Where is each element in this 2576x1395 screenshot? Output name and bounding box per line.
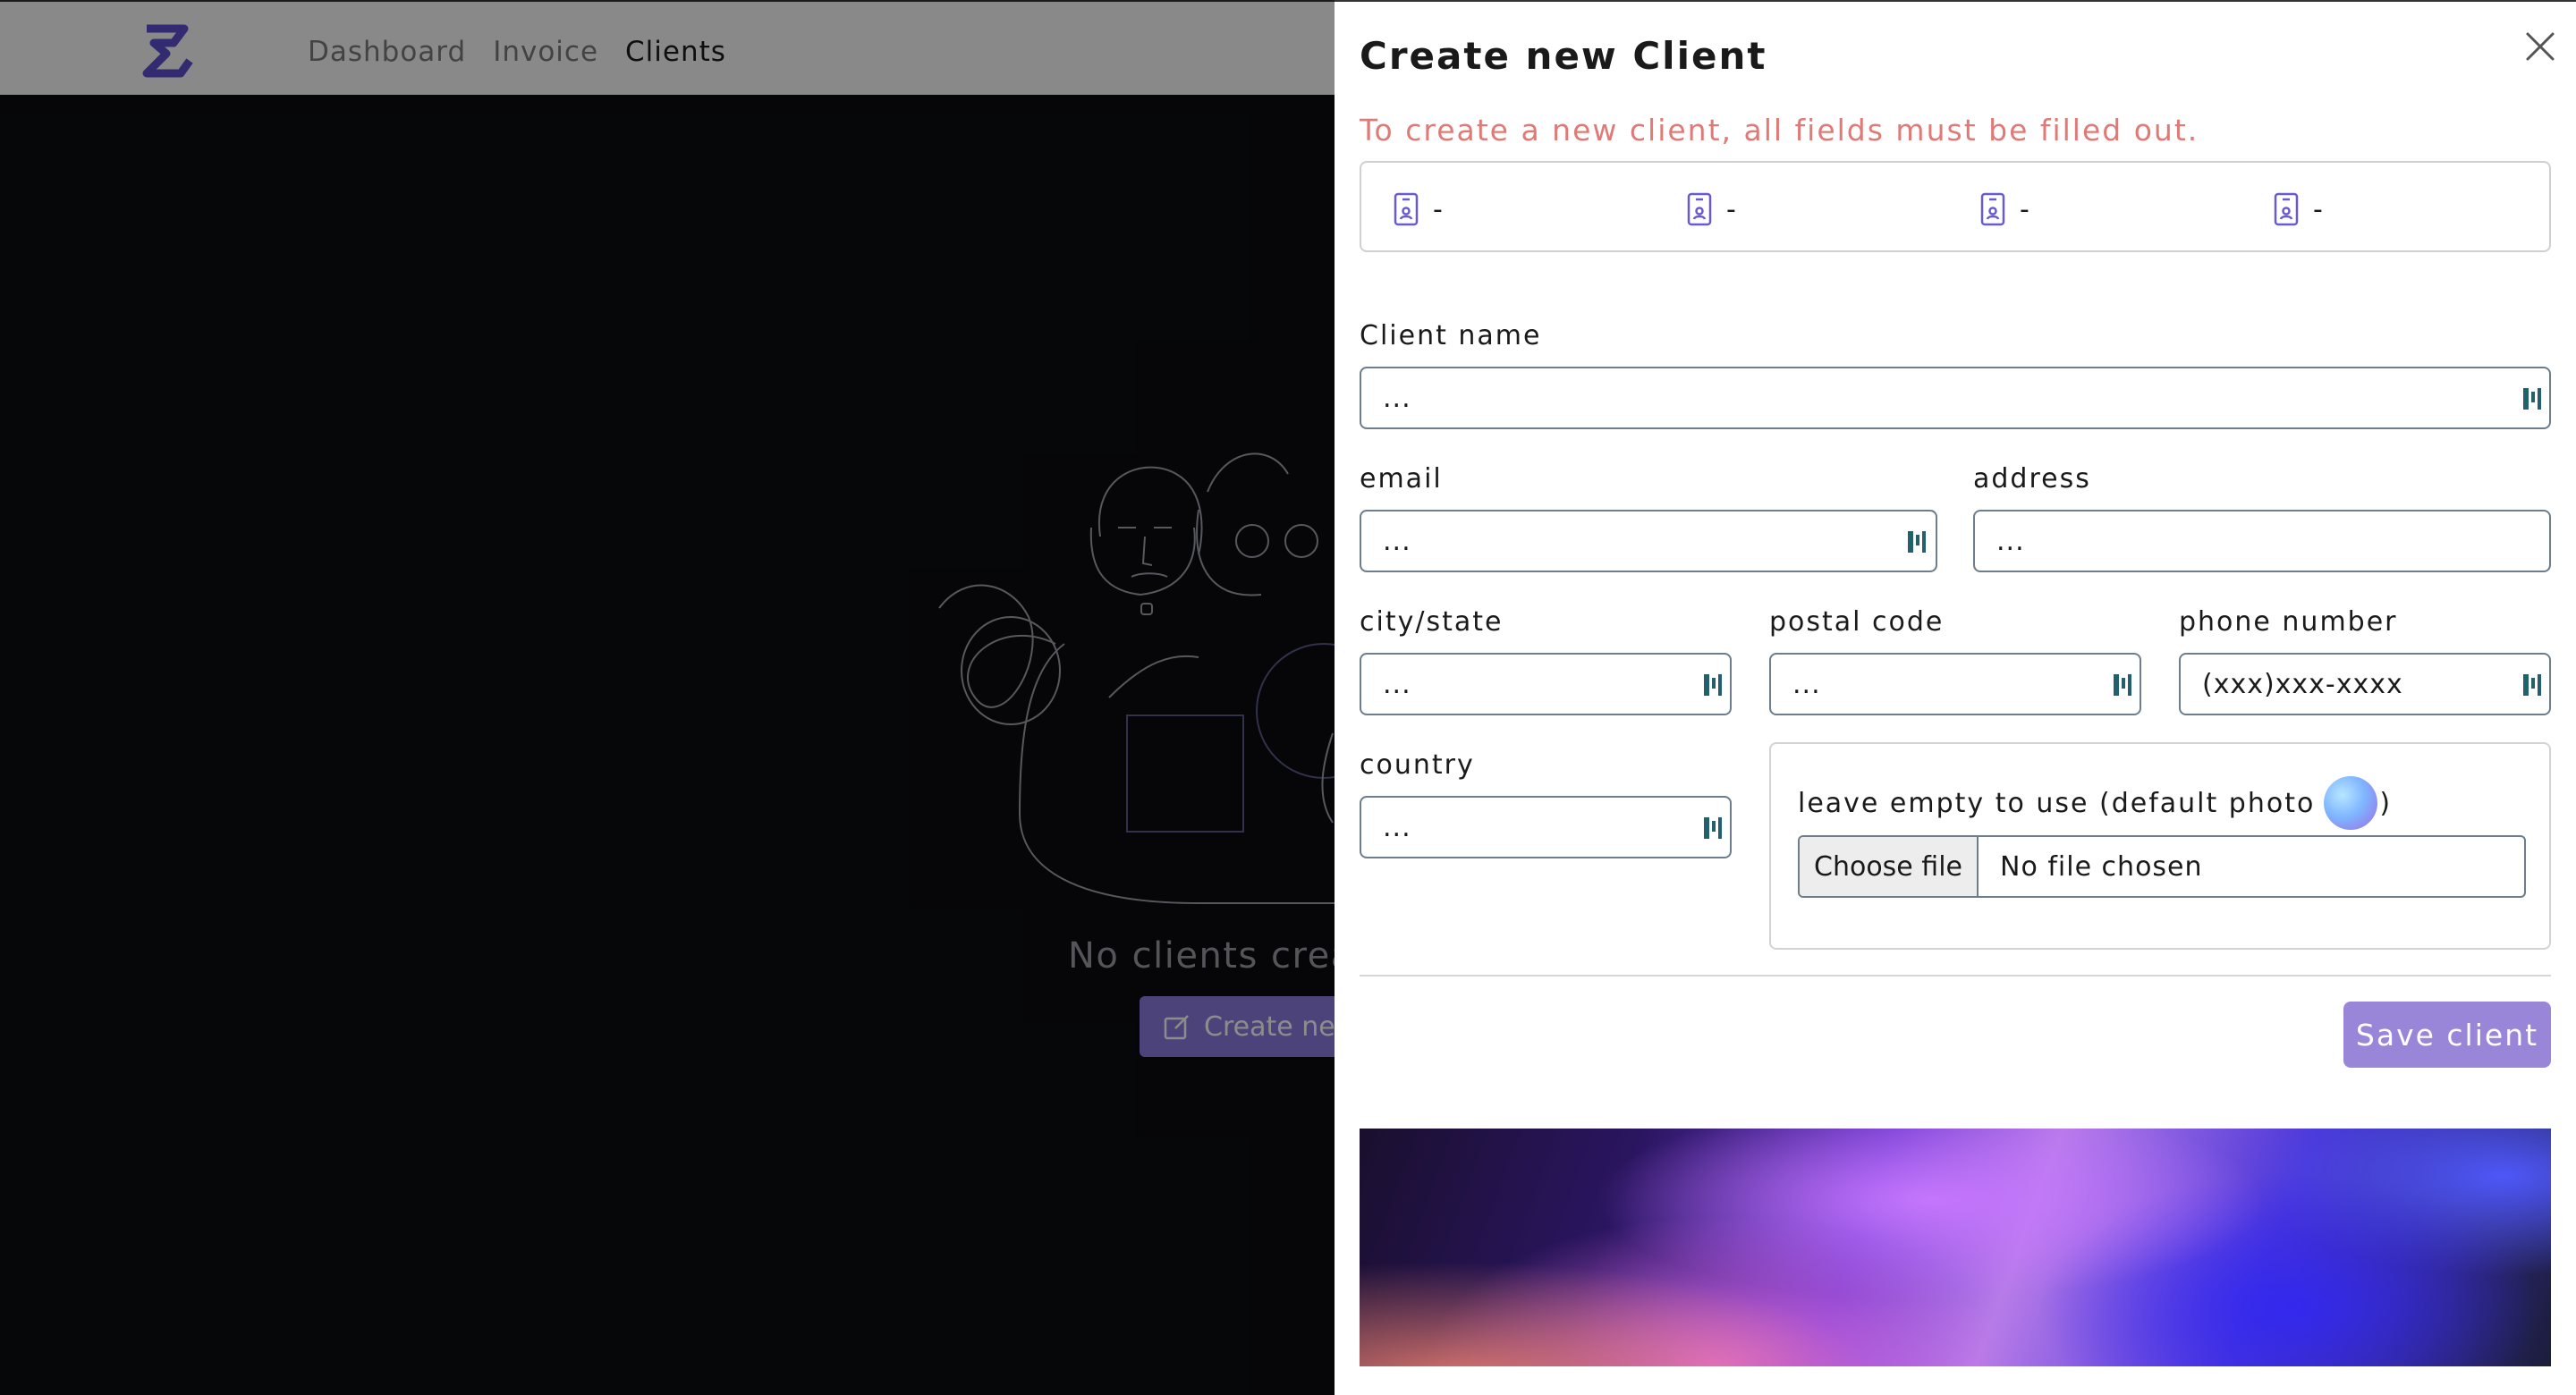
id-badge-icon: [1394, 192, 1419, 226]
choose-file-button[interactable]: Choose file: [1800, 837, 1979, 896]
password-manager-icon[interactable]: [1701, 671, 1724, 699]
close-icon[interactable]: [2522, 29, 2558, 64]
address-label: address: [1973, 463, 2091, 495]
modal-backdrop[interactable]: [0, 0, 1335, 1395]
id-badge-icon: [1980, 192, 2005, 226]
photo-file-input[interactable]: Choose file No file chosen: [1798, 835, 2526, 898]
preview-item: -: [1685, 191, 1736, 227]
postal-code-label: postal code: [1769, 606, 1945, 638]
password-manager-icon[interactable]: [1701, 814, 1724, 842]
preview-value: -: [2020, 193, 2029, 225]
form-divider: [1360, 975, 2551, 976]
preview-value: -: [1433, 193, 1443, 225]
preview-item: -: [1979, 191, 2029, 227]
country-input[interactable]: [1360, 796, 1732, 858]
password-manager-icon[interactable]: [2521, 385, 2544, 413]
preview-value: -: [1726, 193, 1736, 225]
password-manager-icon[interactable]: [2111, 671, 2134, 699]
default-photo-thumbnail: [2324, 776, 2378, 830]
photo-label-close: ): [2379, 787, 2393, 819]
password-manager-icon[interactable]: [1905, 528, 1928, 556]
client-preview-bar: - - - -: [1360, 161, 2551, 252]
preview-item: -: [2272, 191, 2323, 227]
form-warning: To create a new client, all fields must …: [1360, 113, 2199, 148]
preview-item: -: [1392, 191, 1443, 227]
address-input[interactable]: [1973, 510, 2551, 572]
password-manager-icon[interactable]: [2521, 671, 2544, 699]
photo-upload-box: leave empty to use (default photo ) Choo…: [1769, 742, 2551, 950]
create-client-drawer: Create new Client To create a new client…: [1335, 0, 2576, 1395]
client-name-label: Client name: [1360, 320, 1542, 351]
photo-label-text: leave empty to use (default photo: [1798, 787, 2316, 819]
email-input[interactable]: [1360, 510, 1937, 572]
city-state-label: city/state: [1360, 606, 1504, 638]
decorative-gradient-image: [1360, 1129, 2551, 1366]
id-badge-icon: [2274, 192, 2299, 226]
phone-number-label: phone number: [2179, 606, 2398, 638]
phone-number-input[interactable]: [2179, 653, 2551, 715]
client-name-input[interactable]: [1360, 367, 2551, 429]
email-label: email: [1360, 463, 1443, 495]
city-state-input[interactable]: [1360, 653, 1732, 715]
postal-code-input[interactable]: [1769, 653, 2141, 715]
preview-value: -: [2313, 193, 2323, 225]
file-status-text: No file chosen: [2000, 850, 2203, 883]
save-client-button[interactable]: Save client: [2343, 1002, 2551, 1068]
drawer-title: Create new Client: [1360, 34, 1767, 78]
country-label: country: [1360, 749, 1475, 781]
id-badge-icon: [1687, 192, 1712, 226]
photo-upload-label: leave empty to use (default photo ): [1798, 776, 2392, 830]
